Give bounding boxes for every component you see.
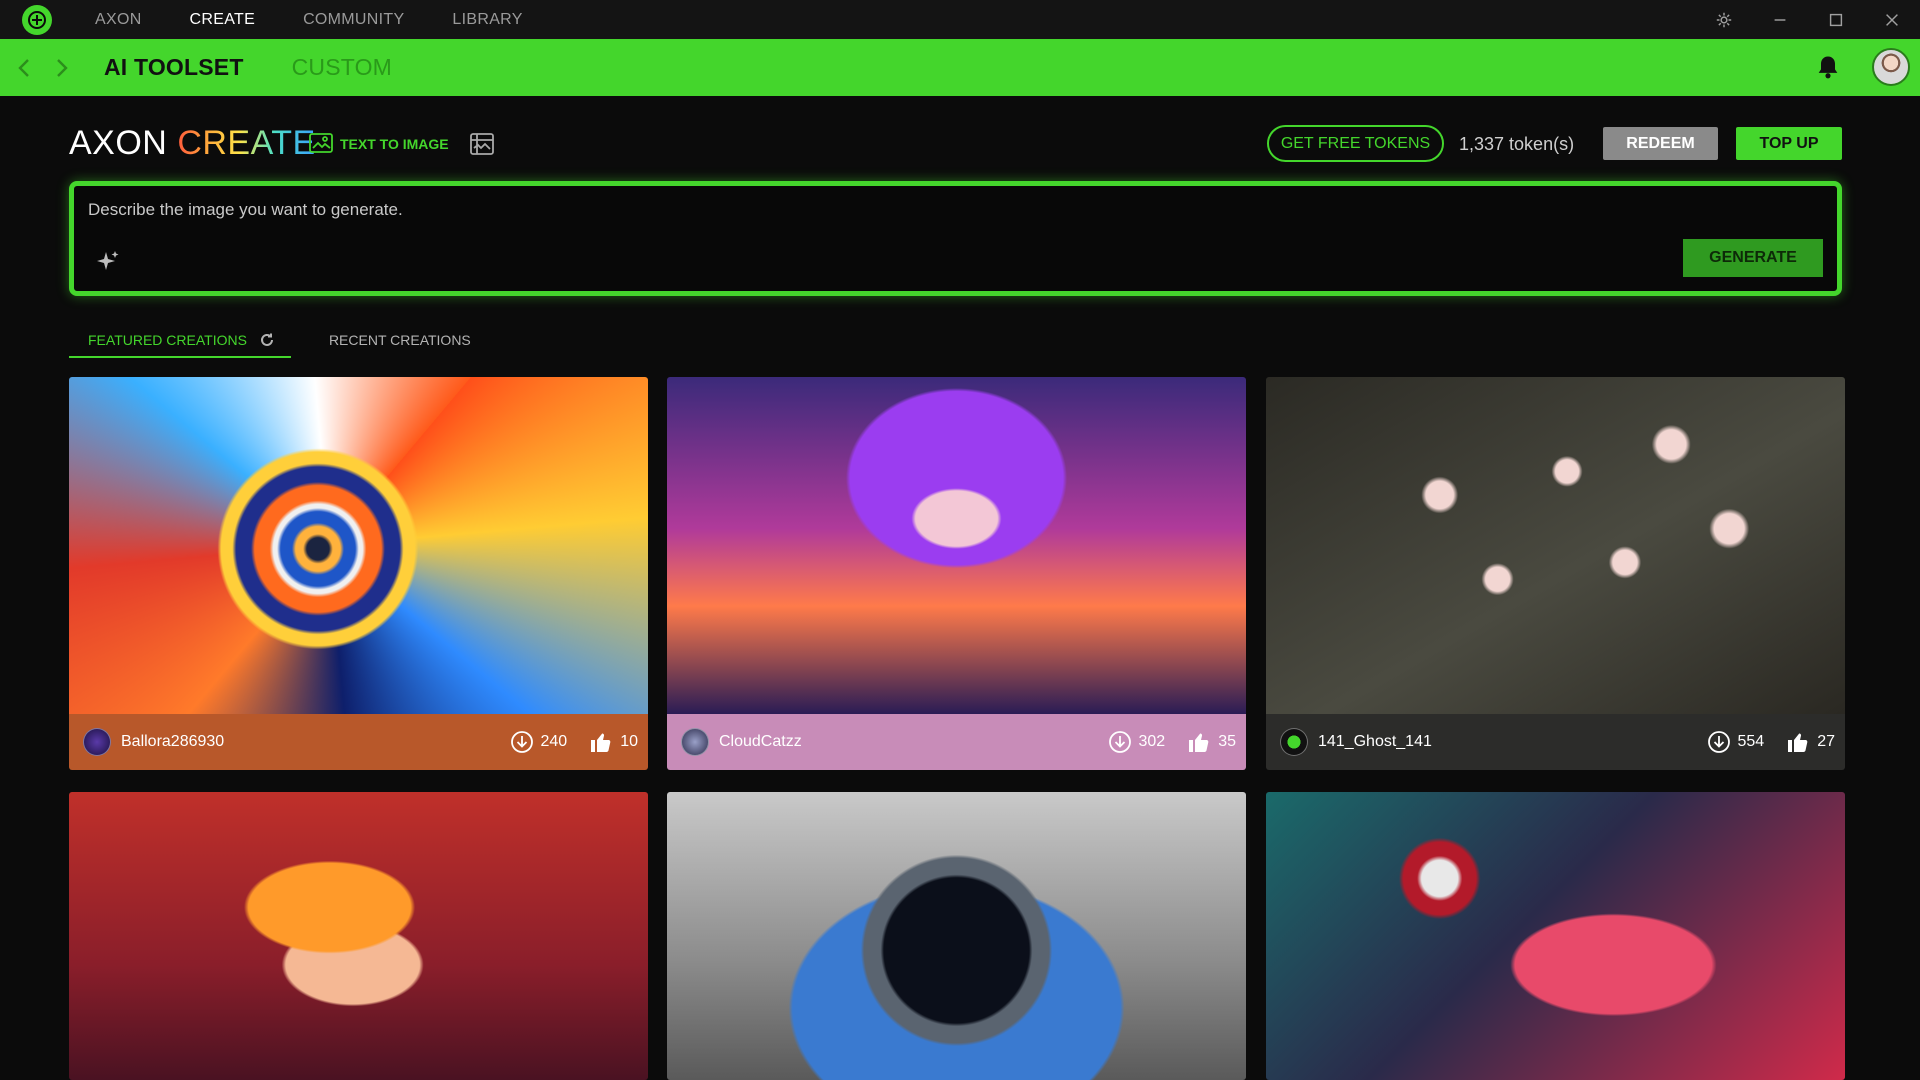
token-balance: 1,337 token(s) <box>1459 134 1575 154</box>
prompt-box: GENERATE <box>69 181 1842 296</box>
sparkle-icon[interactable] <box>94 248 122 276</box>
text-to-image-mode[interactable]: TEXT TO IMAGE <box>308 132 449 156</box>
nav-create[interactable]: CREATE <box>190 11 256 29</box>
prompt-input[interactable] <box>88 200 1588 240</box>
mode-label: TEXT TO IMAGE <box>340 136 449 152</box>
creations-tabs: FEATURED CREATIONS RECENT CREATIONS <box>69 326 490 358</box>
creator-name[interactable]: Ballora286930 <box>121 733 488 751</box>
creation-card[interactable] <box>667 792 1246 1080</box>
creation-image[interactable] <box>667 792 1246 1080</box>
top-nav: AXON CREATE COMMUNITY LIBRARY <box>95 0 571 39</box>
brand-axon: AXON <box>69 124 168 162</box>
minimize-icon[interactable] <box>1752 0 1808 39</box>
nav-community[interactable]: COMMUNITY <box>303 11 404 29</box>
tab-ai-toolset[interactable]: AI TOOLSET <box>104 54 244 81</box>
creation-footer: Ballora286930 240 10 <box>69 714 648 770</box>
creation-image[interactable] <box>69 377 648 714</box>
creation-footer: CloudCatzz 302 35 <box>667 714 1246 770</box>
like-value: 10 <box>620 733 638 750</box>
download-value: 302 <box>1138 733 1166 750</box>
creator-avatar[interactable] <box>681 728 709 756</box>
generate-button[interactable]: GENERATE <box>1683 239 1823 277</box>
forward-arrow-icon[interactable] <box>38 39 86 96</box>
creation-image[interactable] <box>667 377 1246 714</box>
title-bar: AXON CREATE COMMUNITY LIBRARY <box>0 0 1920 39</box>
text-to-image-icon <box>309 133 333 153</box>
window-controls <box>1696 0 1920 39</box>
get-free-tokens-button[interactable]: GET FREE TOKENS <box>1267 125 1444 162</box>
nav-library[interactable]: LIBRARY <box>452 11 522 29</box>
featured-label: FEATURED CREATIONS <box>88 332 247 348</box>
creation-card[interactable]: 141_Ghost_141 554 27 <box>1266 377 1845 770</box>
creation-image[interactable] <box>1266 377 1845 714</box>
thumbs-up-icon <box>1788 733 1808 752</box>
tab-custom[interactable]: CUSTOM <box>292 54 392 81</box>
top-up-button[interactable]: TOP UP <box>1736 127 1842 160</box>
like-count[interactable]: 10 <box>589 730 638 754</box>
nav-axon[interactable]: AXON <box>95 11 142 29</box>
creation-card[interactable] <box>1266 792 1845 1080</box>
close-icon[interactable] <box>1864 0 1920 39</box>
subnav-bar: AI TOOLSET CUSTOM <box>0 39 1920 96</box>
like-count[interactable]: 35 <box>1187 730 1236 754</box>
creator-avatar[interactable] <box>1280 728 1308 756</box>
creation-image[interactable] <box>69 792 648 1080</box>
download-icon <box>1108 731 1131 753</box>
download-value: 554 <box>1737 733 1765 750</box>
image-to-image-icon[interactable] <box>468 131 496 157</box>
creator-name[interactable]: 141_Ghost_141 <box>1318 733 1685 751</box>
download-count[interactable]: 302 <box>1108 730 1166 754</box>
creation-card[interactable] <box>69 792 648 1080</box>
download-count[interactable]: 240 <box>510 730 568 754</box>
redeem-button[interactable]: REDEEM <box>1603 127 1718 160</box>
download-icon <box>1707 731 1730 753</box>
maximize-icon[interactable] <box>1808 0 1864 39</box>
creation-footer: 141_Ghost_141 554 27 <box>1266 714 1845 770</box>
thumbs-up-icon <box>591 733 611 752</box>
tab-featured-creations[interactable]: FEATURED CREATIONS <box>69 326 291 358</box>
creator-avatar[interactable] <box>83 728 111 756</box>
brand-create: CREATE <box>177 124 316 162</box>
like-count[interactable]: 27 <box>1786 730 1835 754</box>
download-value: 240 <box>540 733 568 750</box>
notification-bell-icon[interactable] <box>1814 53 1842 81</box>
creation-image[interactable] <box>1266 792 1845 1080</box>
creation-card[interactable]: Ballora286930 240 10 <box>69 377 648 770</box>
like-value: 35 <box>1218 733 1236 750</box>
download-count[interactable]: 554 <box>1707 730 1765 754</box>
settings-gear-icon[interactable] <box>1696 0 1752 39</box>
like-value: 27 <box>1817 733 1835 750</box>
razer-logo-icon[interactable] <box>22 4 52 35</box>
tab-recent-creations[interactable]: RECENT CREATIONS <box>310 326 490 358</box>
download-icon <box>510 731 533 753</box>
user-avatar[interactable] <box>1872 48 1910 86</box>
app-brand-title: AXON CREATE <box>69 124 316 163</box>
refresh-icon[interactable] <box>259 332 275 348</box>
creation-card[interactable]: CloudCatzz 302 35 <box>667 377 1246 770</box>
creator-name[interactable]: CloudCatzz <box>719 733 1086 751</box>
thumbs-up-icon <box>1189 733 1209 752</box>
